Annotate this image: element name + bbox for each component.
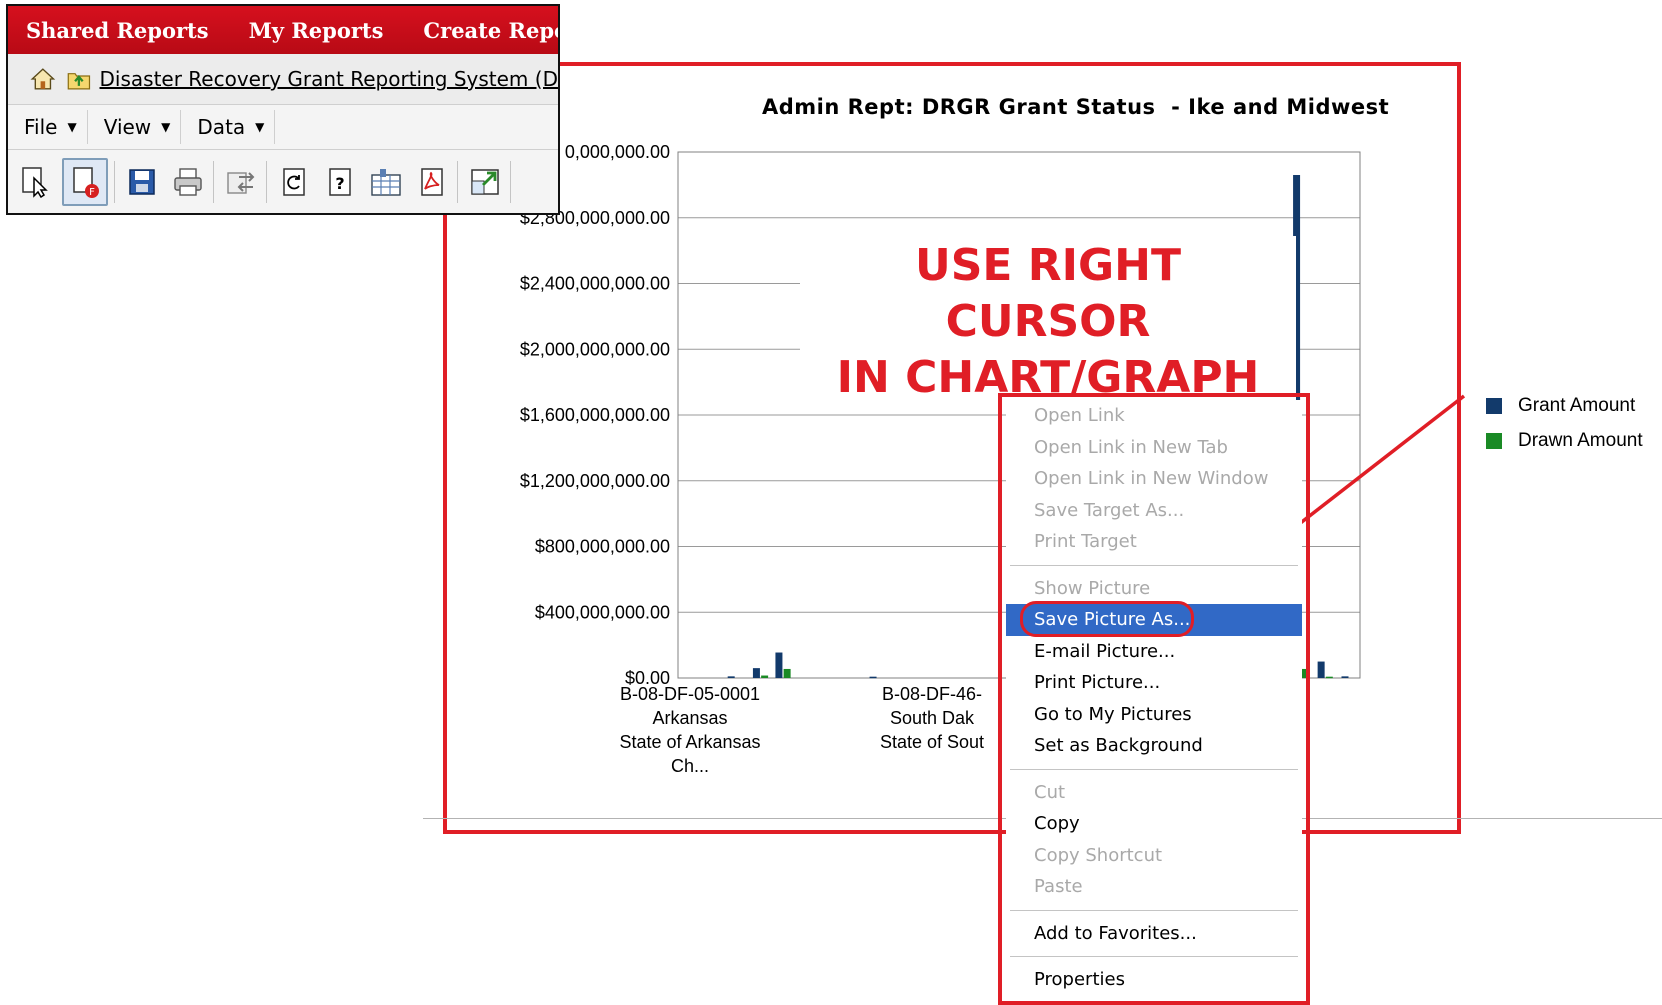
breadcrumb: Disaster Recovery Grant Reporting System… (8, 54, 558, 105)
report-page-button[interactable]: F (62, 158, 108, 206)
toolbar-separator (266, 161, 267, 203)
tab-create-report[interactable]: Create Repor (423, 18, 558, 43)
expand-button[interactable] (466, 163, 504, 201)
menu-bar: File ▼ View ▼ Data ▼ (8, 105, 558, 150)
toolbar-separator (213, 161, 214, 203)
y-tick-label: $2,000,000,000.00 (520, 339, 670, 359)
bar-grant-amount[interactable] (1341, 676, 1349, 678)
export-button[interactable] (222, 163, 260, 201)
refresh-button[interactable] (275, 163, 313, 201)
bar-drawn-amount[interactable] (761, 675, 769, 678)
report-tabs: Shared Reports My Reports Create Repor (8, 6, 558, 54)
y-tick-label: $1,200,000,000.00 (520, 471, 670, 491)
menu-view[interactable]: View ▼ (94, 110, 182, 144)
save-picture-annotation (1020, 601, 1194, 637)
y-tick-label: $800,000,000.00 (535, 537, 670, 557)
pointer-page-icon (22, 167, 48, 198)
x-category-label: State of Arkansas (619, 732, 760, 752)
chevron-down-icon: ▼ (161, 120, 171, 134)
grid-table-icon (371, 169, 401, 196)
menu-data-label: Data (197, 115, 246, 139)
legend-item-drawn-amount: Drawn Amount (1486, 423, 1643, 458)
chevron-down-icon: ▼ (67, 120, 77, 134)
y-tick-label: 0,000,000.00 (565, 142, 670, 162)
toolbar-separator (457, 161, 458, 203)
x-category-label: B-08-DF-46- (882, 684, 982, 704)
legend-item-grant-amount: Grant Amount (1486, 388, 1643, 423)
print-button[interactable] (169, 163, 207, 201)
x-category-label: B-08-DF-05-0001 (620, 684, 760, 704)
context-menu-annotation (998, 393, 1310, 1005)
menu-file[interactable]: File ▼ (14, 110, 88, 144)
legend-swatch-drawn (1486, 432, 1502, 449)
bar-grant-amount[interactable] (752, 668, 760, 678)
bar-drawn-amount[interactable] (1325, 676, 1333, 679)
x-category-label: State of Sout (880, 732, 984, 752)
svg-text:F: F (89, 187, 95, 198)
bar-grant-amount[interactable] (727, 676, 735, 678)
menu-view-label: View (103, 115, 152, 139)
y-tick-label: $1,600,000,000.00 (520, 405, 670, 425)
bar-grant-amount[interactable] (869, 676, 877, 679)
legend-swatch-grant (1486, 397, 1502, 414)
y-tick-label: $2,400,000,000.00 (520, 274, 670, 294)
chart-legend: Grant Amount Drawn Amount (1486, 388, 1643, 458)
save-button[interactable] (123, 163, 161, 201)
toolbar-separator (114, 161, 115, 203)
y-axis: $0.00$400,000,000.00$800,000,000.00$1,20… (520, 142, 670, 688)
chevron-down-icon: ▼ (255, 120, 265, 134)
app-window: Shared Reports My Reports Create Repor D… (6, 4, 560, 215)
export-arrows-icon (227, 172, 255, 194)
menu-data[interactable]: Data ▼ (187, 110, 276, 144)
x-category-label: South Dak (890, 708, 975, 728)
x-category-label: Ch... (671, 756, 709, 776)
help-button[interactable]: ? (321, 163, 359, 201)
help-page-icon: ? (329, 168, 351, 196)
table-view-button[interactable] (367, 163, 405, 201)
x-category-label: Arkansas (652, 708, 727, 728)
toolbar-separator (510, 161, 511, 203)
x-axis: B-08-DF-05-0001 Arkansas State of Arkansas… (619, 684, 984, 776)
tab-shared-reports[interactable]: Shared Reports (26, 18, 209, 43)
expand-arrow-icon (471, 169, 499, 195)
bar-grant-amount[interactable] (775, 652, 783, 678)
up-folder-icon[interactable] (66, 62, 92, 96)
select-tool-button[interactable] (16, 163, 54, 201)
printer-icon (174, 168, 202, 196)
svg-text:?: ? (335, 174, 344, 193)
legend-label-grant: Grant Amount (1518, 394, 1636, 416)
home-icon[interactable] (30, 62, 56, 96)
instruction-caption: USE RIGHT CURSOR IN CHART/GRAPH (800, 236, 1296, 408)
pdf-icon (421, 168, 443, 196)
y-tick-label: $400,000,000.00 (535, 602, 670, 622)
tab-my-reports[interactable]: My Reports (249, 18, 384, 43)
refresh-page-icon (283, 168, 305, 196)
bar-drawn-amount[interactable] (783, 668, 791, 678)
menu-file-label: File (24, 115, 58, 139)
bar-grant-amount[interactable] (1317, 661, 1325, 678)
instruction-line-1: USE RIGHT CURSOR (915, 240, 1181, 347)
toolbar: F ? (8, 150, 558, 213)
page-error-icon: F (73, 167, 99, 198)
legend-label-drawn: Drawn Amount (1518, 429, 1643, 451)
floppy-disk-icon (129, 169, 155, 195)
pdf-button[interactable] (413, 163, 451, 201)
breadcrumb-link-drgr[interactable]: Disaster Recovery Grant Reporting System… (100, 67, 558, 91)
